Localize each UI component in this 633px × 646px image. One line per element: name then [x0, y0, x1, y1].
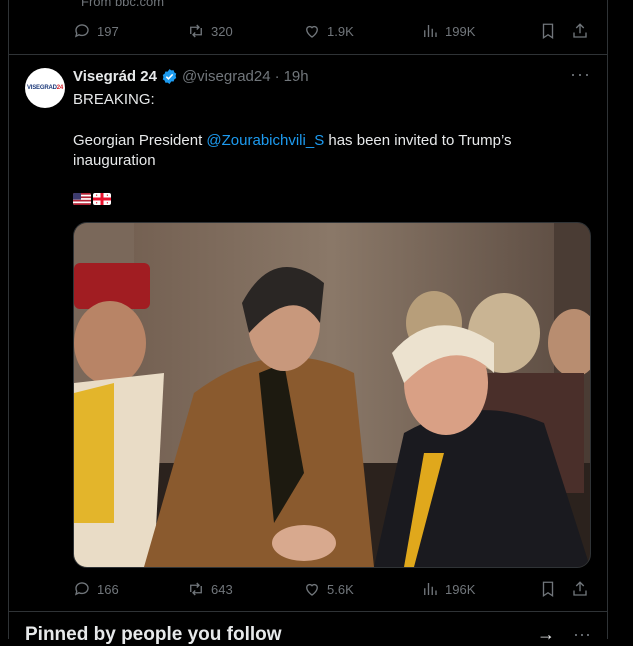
timeline-column: From bbc.com 197 320 1.9K 199K VISEGRAD2…: [8, 0, 608, 645]
tweet-text-line: BREAKING:: [73, 91, 155, 108]
like-count: 1.9K: [327, 23, 354, 39]
arrow-right-icon[interactable]: →: [537, 624, 555, 645]
previous-tweet-actions: 197 320 1.9K 199K: [73, 20, 601, 42]
repost-icon: [190, 582, 202, 596]
avatar-logo-number: 24: [56, 85, 64, 91]
share-icon: [573, 23, 587, 38]
divider: [9, 611, 607, 612]
avatar-logo-text: VISEGRAD: [26, 85, 57, 91]
section-title: Pinned by people you follow: [25, 624, 282, 645]
us-flag-icon: [73, 193, 91, 205]
photo-illustration: [74, 223, 590, 567]
section-more-button[interactable]: ···: [573, 624, 591, 645]
reply-icon: [74, 582, 89, 596]
bookmark-button[interactable]: [539, 580, 571, 598]
bookmark-button[interactable]: [539, 22, 571, 40]
share-icon: [573, 581, 587, 596]
repost-button[interactable]: 320: [187, 22, 303, 40]
tweet-actions: 166 643 5.6K 196K: [73, 578, 601, 600]
separator-dot: ·: [274, 68, 280, 85]
tweet-header: Visegrád 24 @visegrad24 · 19h: [73, 68, 309, 85]
share-button[interactable]: [571, 22, 591, 40]
views-icon: [424, 583, 437, 595]
repost-icon: [190, 24, 202, 38]
avatar-logo: VISEGRAD24: [27, 85, 63, 91]
like-button[interactable]: 1.9K: [303, 22, 421, 40]
repost-count: 320: [211, 23, 233, 39]
bookmark-icon: [542, 23, 554, 40]
tweet-photo[interactable]: [73, 222, 591, 568]
views-button[interactable]: 196K: [421, 580, 539, 598]
bookmark-icon: [542, 581, 554, 598]
reply-button[interactable]: 166: [73, 580, 187, 598]
author-handle[interactable]: @visegrad24: [182, 68, 271, 85]
verified-badge-icon[interactable]: [161, 68, 178, 85]
views-button[interactable]: 199K: [421, 22, 539, 40]
mention-link[interactable]: @Zourabichvili_S: [206, 132, 324, 149]
like-button[interactable]: 5.6K: [303, 580, 421, 598]
avatar[interactable]: VISEGRAD24: [25, 68, 65, 108]
author-name[interactable]: Visegrád 24: [73, 68, 157, 85]
repost-button[interactable]: 643: [187, 580, 303, 598]
views-count: 199K: [445, 23, 476, 39]
timestamp[interactable]: 19h: [284, 68, 309, 85]
tweet-text-body: Georgian President @Zourabichvili_S has …: [73, 131, 593, 171]
share-button[interactable]: [571, 580, 591, 598]
like-count: 5.6K: [327, 581, 354, 597]
repost-count: 643: [211, 581, 233, 597]
flag-emojis: [73, 193, 111, 205]
reply-icon: [74, 24, 89, 38]
heart-icon: [306, 25, 318, 38]
tweet-text-part: Georgian President: [73, 132, 207, 149]
views-icon: [424, 25, 437, 37]
georgia-flag-icon: [93, 193, 111, 205]
tweet-text: BREAKING: Georgian President @Zourabichv…: [73, 90, 593, 171]
link-card-source[interactable]: From bbc.com: [81, 0, 164, 9]
reply-count: 166: [97, 581, 119, 597]
reply-button[interactable]: 197: [73, 22, 187, 40]
more-options-button[interactable]: ···: [570, 64, 591, 85]
heart-icon: [306, 583, 318, 596]
divider: [9, 54, 607, 55]
views-count: 196K: [445, 581, 476, 597]
reply-count: 197: [97, 23, 119, 39]
